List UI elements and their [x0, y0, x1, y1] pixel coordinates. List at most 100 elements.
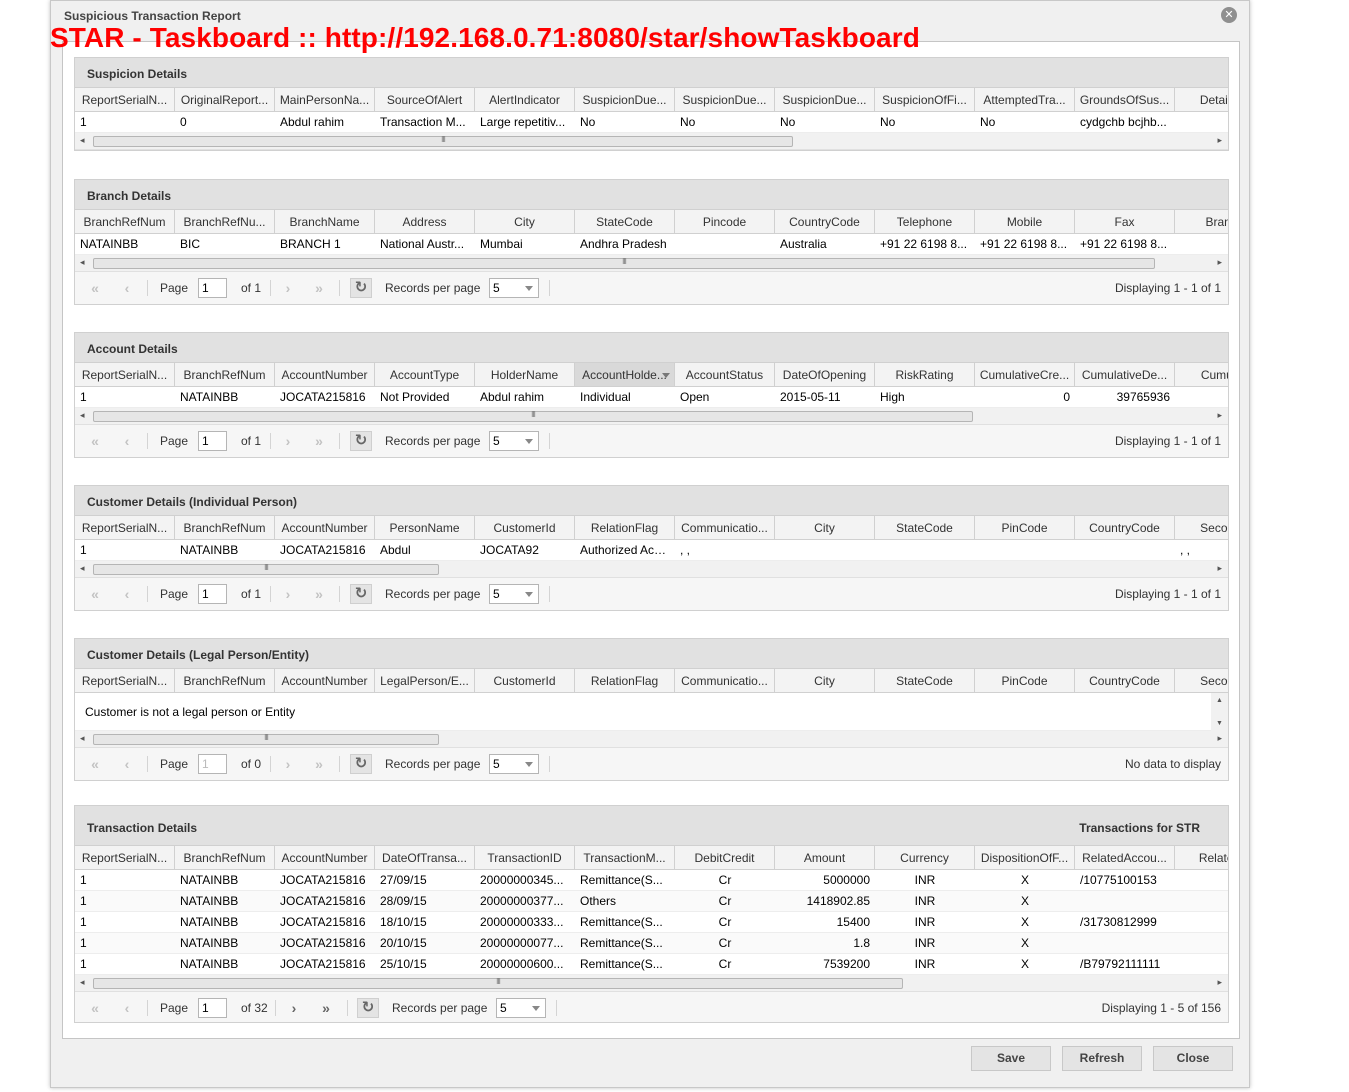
scroll-left-icon[interactable]: ◂	[80, 257, 85, 268]
horizontal-scrollbar[interactable]: ◂ III ▸	[75, 133, 1228, 150]
column-header[interactable]: City	[775, 516, 875, 539]
page-number-input[interactable]	[198, 584, 227, 604]
last-page-icon[interactable]: »	[308, 585, 330, 603]
table-row[interactable]: 1 NATAINBB JOCATA215816 25/10/15 2000000…	[75, 954, 1228, 975]
column-header[interactable]: ReportSerialN...	[75, 669, 175, 692]
scroll-up-icon[interactable]: ▲	[1216, 697, 1223, 704]
scroll-right-icon[interactable]: ▸	[1217, 257, 1222, 268]
column-header[interactable]: AccountNumber	[275, 363, 375, 386]
first-page-icon[interactable]: «	[84, 279, 106, 297]
page-number-input[interactable]	[198, 278, 227, 298]
table-row[interactable]: 1 NATAINBB JOCATA215816 27/09/15 2000000…	[75, 870, 1228, 891]
column-header[interactable]: Communicatio...	[675, 516, 775, 539]
column-header[interactable]: DetailsOf	[1175, 88, 1228, 111]
scroll-right-icon[interactable]: ▸	[1217, 410, 1222, 421]
close-icon[interactable]: ✕	[1221, 7, 1237, 23]
column-header[interactable]: Amount	[775, 846, 875, 869]
column-header[interactable]: Cumulati	[1175, 363, 1228, 386]
next-page-icon[interactable]: ›	[277, 585, 299, 603]
scrollbar-thumb[interactable]: III	[93, 135, 793, 147]
column-header[interactable]: RelatedIn	[1175, 846, 1228, 869]
horizontal-scrollbar[interactable]: ◂ III ▸	[75, 975, 1228, 992]
column-header[interactable]: BranchName	[275, 210, 375, 233]
column-header[interactable]: SecondA	[1175, 516, 1228, 539]
column-header[interactable]: SuspicionDue...	[775, 88, 875, 111]
column-header[interactable]: StateCode	[875, 516, 975, 539]
records-per-page-select[interactable]: 5	[489, 278, 539, 298]
column-header[interactable]: HolderName	[475, 363, 575, 386]
column-header[interactable]: RelationFlag	[575, 669, 675, 692]
column-header[interactable]: BranchRefNum	[75, 210, 175, 233]
column-header[interactable]: AccountNumber	[275, 846, 375, 869]
table-row[interactable]: 1 NATAINBB JOCATA215816 Not Provided Abd…	[75, 387, 1228, 408]
column-header[interactable]: BranchRefNum	[175, 516, 275, 539]
scroll-down-icon[interactable]: ▼	[1216, 720, 1223, 727]
scrollbar-thumb[interactable]: III	[93, 733, 439, 745]
column-header[interactable]: MainPersonNa...	[275, 88, 375, 111]
close-button[interactable]: Close	[1153, 1046, 1233, 1071]
column-header[interactable]: Mobile	[975, 210, 1075, 233]
column-header[interactable]: BranchRefNum	[175, 669, 275, 692]
table-row[interactable]: NATAINBB BIC BRANCH 1 National Austr... …	[75, 234, 1228, 255]
refresh-icon[interactable]: ↻	[357, 998, 379, 1018]
prev-page-icon[interactable]: ‹	[116, 585, 138, 603]
scrollbar-thumb[interactable]: III	[93, 977, 903, 989]
column-header[interactable]: CustomerId	[475, 669, 575, 692]
first-page-icon[interactable]: «	[84, 999, 106, 1017]
table-row[interactable]: 1 NATAINBB JOCATA215816 Abdul JOCATA92 A…	[75, 540, 1228, 561]
table-row[interactable]: 1 NATAINBB JOCATA215816 18/10/15 2000000…	[75, 912, 1228, 933]
next-page-icon[interactable]: ›	[283, 999, 305, 1017]
column-header[interactable]: DebitCredit	[675, 846, 775, 869]
column-header[interactable]: CountryCode	[775, 210, 875, 233]
column-header[interactable]: CumulativeDe...	[1075, 363, 1175, 386]
column-header[interactable]: SourceOfAlert	[375, 88, 475, 111]
scroll-left-icon[interactable]: ◂	[80, 135, 85, 146]
column-header[interactable]: CountryCode	[1075, 669, 1175, 692]
column-header[interactable]: TransactionM...	[575, 846, 675, 869]
column-header[interactable]: CumulativeCre...	[975, 363, 1075, 386]
scroll-left-icon[interactable]: ◂	[80, 410, 85, 421]
scroll-right-icon[interactable]: ▸	[1217, 563, 1222, 574]
scroll-right-icon[interactable]: ▸	[1217, 733, 1222, 744]
column-header[interactable]: BranchRefNum	[175, 363, 275, 386]
column-header[interactable]: SuspicionOfFi...	[875, 88, 975, 111]
records-per-page-select[interactable]: 5	[496, 998, 546, 1018]
column-header[interactable]: CustomerId	[475, 516, 575, 539]
column-header[interactable]: GroundsOfSus...	[1075, 88, 1175, 111]
column-header[interactable]: RelationFlag	[575, 516, 675, 539]
next-page-icon[interactable]: ›	[277, 432, 299, 450]
column-header[interactable]: City	[775, 669, 875, 692]
column-header[interactable]: ReportSerialN...	[75, 846, 175, 869]
column-header[interactable]: Pincode	[675, 210, 775, 233]
horizontal-scrollbar[interactable]: ◂ III ▸	[75, 731, 1228, 748]
prev-page-icon[interactable]: ‹	[116, 432, 138, 450]
column-header[interactable]: Currency	[875, 846, 975, 869]
table-row[interactable]: 1 NATAINBB JOCATA215816 28/09/15 2000000…	[75, 891, 1228, 912]
column-header[interactable]: AccountType	[375, 363, 475, 386]
page-number-input[interactable]	[198, 431, 227, 451]
column-header[interactable]: PinCode	[975, 669, 1075, 692]
column-header[interactable]: DateOfOpening	[775, 363, 875, 386]
records-per-page-select[interactable]: 5	[489, 754, 539, 774]
page-number-input[interactable]	[198, 998, 227, 1018]
column-header[interactable]: AccountStatus	[675, 363, 775, 386]
column-header[interactable]: OriginalReport...	[175, 88, 275, 111]
column-header[interactable]: SuspicionDue...	[675, 88, 775, 111]
next-page-icon[interactable]: ›	[277, 755, 299, 773]
column-header-sorted[interactable]: AccountHolde...	[575, 363, 675, 386]
column-header[interactable]: Telephone	[875, 210, 975, 233]
column-header[interactable]: BranchRefNu...	[175, 210, 275, 233]
horizontal-scrollbar[interactable]: ◂ III ▸	[75, 408, 1228, 425]
first-page-icon[interactable]: «	[84, 755, 106, 773]
vertical-scrollbar[interactable]: ▲ ▼	[1211, 693, 1228, 731]
refresh-icon[interactable]: ↻	[350, 754, 372, 774]
scroll-left-icon[interactable]: ◂	[80, 977, 85, 988]
save-button[interactable]: Save	[971, 1046, 1051, 1071]
refresh-icon[interactable]: ↻	[350, 584, 372, 604]
column-header[interactable]: TransactionID	[475, 846, 575, 869]
records-per-page-select[interactable]: 5	[489, 431, 539, 451]
column-header[interactable]: RiskRating	[875, 363, 975, 386]
column-header[interactable]: CountryCode	[1075, 516, 1175, 539]
first-page-icon[interactable]: «	[84, 432, 106, 450]
refresh-icon[interactable]: ↻	[350, 278, 372, 298]
